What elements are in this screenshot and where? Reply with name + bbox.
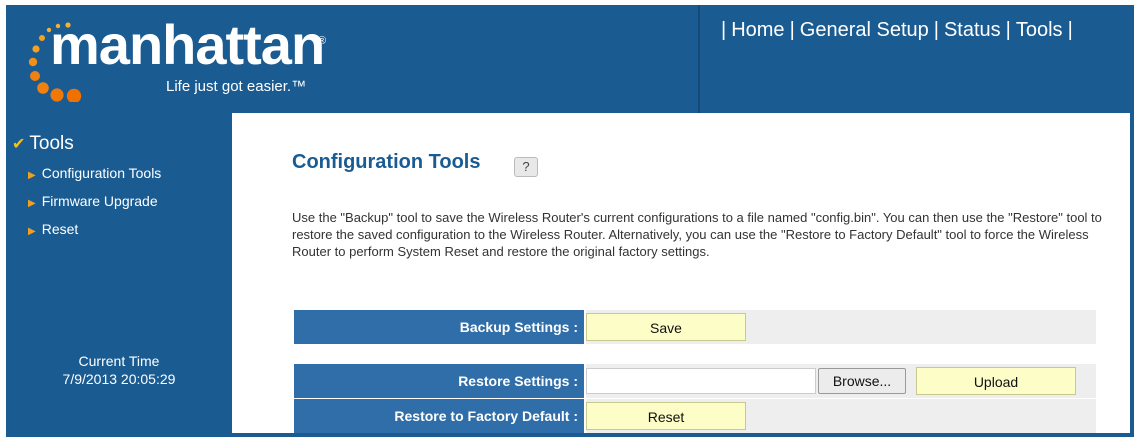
tagline: Life just got easier.™	[166, 78, 307, 95]
page-description: Use the "Backup" tool to save the Wirele…	[292, 210, 1102, 259]
restore-file-input[interactable]	[586, 368, 816, 394]
main-content: Configuration Tools ? Use the "Backup" t…	[232, 113, 1130, 433]
nav-separator: |	[1005, 19, 1011, 41]
arrow-right-icon: ▶	[28, 198, 36, 209]
restore-settings-field: Browse... Upload	[586, 364, 1096, 398]
logo-registered-mark: ®	[318, 35, 327, 47]
arrow-right-icon: ▶	[28, 226, 36, 237]
nav-status-link[interactable]: Status	[944, 19, 1001, 41]
router-admin-frame: manhattan ® Life just got easier.™ | Home…	[6, 5, 1134, 437]
factory-default-label: Restore to Factory Default :	[294, 399, 584, 433]
logo: manhattan ® Life just got easier.™	[6, 5, 698, 113]
page-title: Configuration Tools	[292, 151, 481, 173]
sidebar-item-firmware-upgrade[interactable]: ▶ Firmware Upgrade	[28, 193, 158, 209]
sidebar-item-label: Configuration Tools	[41, 165, 162, 181]
nav-separator: |	[721, 19, 727, 41]
save-button[interactable]: Save	[586, 313, 746, 341]
factory-default-field: Reset	[586, 399, 1096, 433]
nav-separator: |	[933, 19, 939, 41]
top-navigation: | Home | General Setup | Status | Tools |	[716, 19, 1078, 42]
current-time-value: 7/9/2013 20:05:29	[62, 371, 176, 387]
upload-button[interactable]: Upload	[916, 367, 1076, 395]
reset-button[interactable]: Reset	[586, 402, 746, 430]
nav-home-link[interactable]: Home	[731, 19, 784, 41]
sidebar-section-tools[interactable]: ✔ Tools	[12, 133, 74, 155]
logo-wordmark: manhattan	[50, 13, 325, 76]
restore-settings-label: Restore Settings :	[294, 364, 584, 398]
arrow-right-icon: ▶	[28, 170, 36, 181]
nav-separator: |	[1067, 19, 1073, 41]
sidebar-item-reset[interactable]: ▶ Reset	[28, 221, 78, 237]
current-time-label: Current Time	[78, 353, 160, 369]
header-divider	[698, 5, 700, 113]
nav-separator: |	[789, 19, 795, 41]
backup-settings-label: Backup Settings :	[294, 310, 584, 344]
sidebar-section-label: Tools	[29, 133, 74, 154]
sidebar-item-configuration-tools[interactable]: ▶ Configuration Tools	[28, 165, 161, 181]
nav-tools-link[interactable]: Tools	[1016, 19, 1063, 41]
sidebar-item-label: Firmware Upgrade	[41, 193, 158, 209]
sidebar: ✔ Tools ▶ Configuration Tools ▶ Firmware Up…	[6, 113, 232, 437]
nav-general-setup-link[interactable]: General Setup	[800, 19, 929, 41]
sidebar-item-label: Reset	[41, 221, 79, 237]
browse-button[interactable]: Browse...	[818, 368, 906, 394]
checkmark-icon: ✔	[12, 136, 26, 153]
backup-settings-field: Save	[586, 310, 1096, 344]
header: manhattan ® Life just got easier.™ | Home…	[6, 5, 1134, 113]
help-icon[interactable]: ?	[514, 157, 538, 177]
